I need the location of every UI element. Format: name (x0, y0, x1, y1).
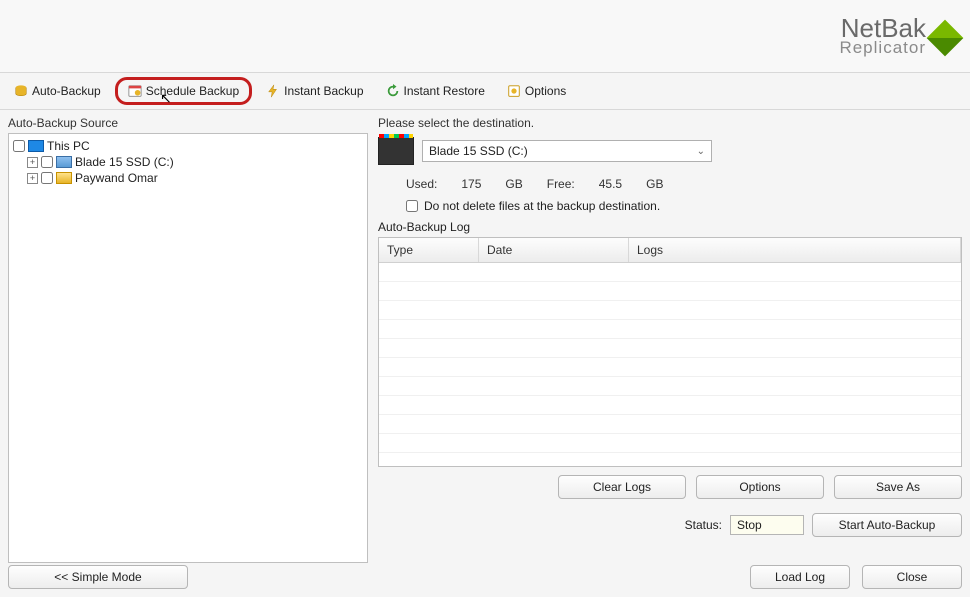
destination-value: Blade 15 SSD (C:) (429, 144, 528, 158)
start-auto-backup-button[interactable]: Start Auto-Backup (812, 513, 962, 537)
bolt-icon (266, 84, 280, 98)
toolbar-label: Options (525, 84, 566, 98)
status-label: Status: (685, 518, 722, 532)
col-date[interactable]: Date (479, 238, 629, 262)
nas-icon (378, 137, 414, 165)
do-not-delete-label: Do not delete files at the backup destin… (424, 199, 660, 213)
col-logs[interactable]: Logs (629, 238, 961, 262)
expand-icon[interactable]: + (27, 173, 38, 184)
drive-icon (56, 156, 72, 168)
logo-diamond-icon (927, 20, 964, 57)
schedule-backup-tab[interactable]: Schedule Backup (115, 77, 252, 105)
free-label: Free: (547, 177, 575, 191)
tree-item-folder[interactable]: + Paywand Omar (13, 170, 363, 186)
tree-checkbox[interactable] (13, 140, 25, 152)
logo-text-sub: Replicator (839, 40, 926, 56)
tree-checkbox[interactable] (41, 156, 53, 168)
save-as-button[interactable]: Save As (834, 475, 962, 499)
app-header: NetBak Replicator (0, 0, 970, 72)
expand-icon[interactable]: + (27, 157, 38, 168)
simple-mode-button[interactable]: << Simple Mode (8, 565, 188, 589)
pc-icon (28, 140, 44, 152)
source-tree[interactable]: This PC + Blade 15 SSD (C:) + Paywand Om… (8, 133, 368, 563)
restore-icon (386, 84, 400, 98)
calendar-icon (128, 84, 142, 98)
chevron-down-icon: ⌄ (697, 146, 705, 157)
used-label: Used: (406, 177, 437, 191)
toolbar-label: Instant Backup (284, 84, 363, 98)
free-value: 45.5 (599, 177, 622, 191)
log-body[interactable] (379, 263, 961, 466)
log-options-button[interactable]: Options (696, 475, 824, 499)
folder-icon (56, 172, 72, 184)
close-button[interactable]: Close (862, 565, 962, 589)
destination-prompt: Please select the destination. (378, 116, 962, 130)
options-tab[interactable]: Options (499, 81, 574, 101)
tree-checkbox[interactable] (41, 172, 53, 184)
used-unit: GB (505, 177, 522, 191)
tree-root[interactable]: This PC (13, 138, 363, 154)
disk-usage: Used: 175 GB Free: 45.5 GB (378, 173, 962, 199)
instant-restore-tab[interactable]: Instant Restore (378, 81, 493, 101)
tree-item-drive[interactable]: + Blade 15 SSD (C:) (13, 154, 363, 170)
toolbar-label: Auto-Backup (32, 84, 101, 98)
auto-backup-tab[interactable]: Auto-Backup (6, 81, 109, 101)
status-value-box: Stop (730, 515, 804, 535)
log-table: Type Date Logs (378, 237, 962, 467)
used-value: 175 (461, 177, 481, 191)
clear-logs-button[interactable]: Clear Logs (558, 475, 686, 499)
source-label: Auto-Backup Source (8, 116, 368, 130)
col-type[interactable]: Type (379, 238, 479, 262)
gear-icon (507, 84, 521, 98)
toolbar-label: Schedule Backup (146, 84, 239, 98)
do-not-delete-checkbox[interactable] (406, 200, 418, 212)
tree-label: Paywand Omar (75, 171, 158, 185)
log-header: Type Date Logs (379, 238, 961, 263)
main-toolbar: Auto-Backup Schedule Backup Instant Back… (0, 72, 970, 110)
destination-select[interactable]: Blade 15 SSD (C:) ⌄ (422, 140, 712, 162)
instant-backup-tab[interactable]: Instant Backup (258, 81, 371, 101)
tree-label: Blade 15 SSD (C:) (75, 155, 174, 169)
app-logo: NetBak Replicator (839, 16, 926, 57)
tree-label: This PC (47, 139, 90, 153)
status-value: Stop (737, 518, 762, 532)
database-icon (14, 84, 28, 98)
load-log-button[interactable]: Load Log (750, 565, 850, 589)
free-unit: GB (646, 177, 663, 191)
toolbar-label: Instant Restore (404, 84, 485, 98)
log-label: Auto-Backup Log (378, 220, 962, 234)
